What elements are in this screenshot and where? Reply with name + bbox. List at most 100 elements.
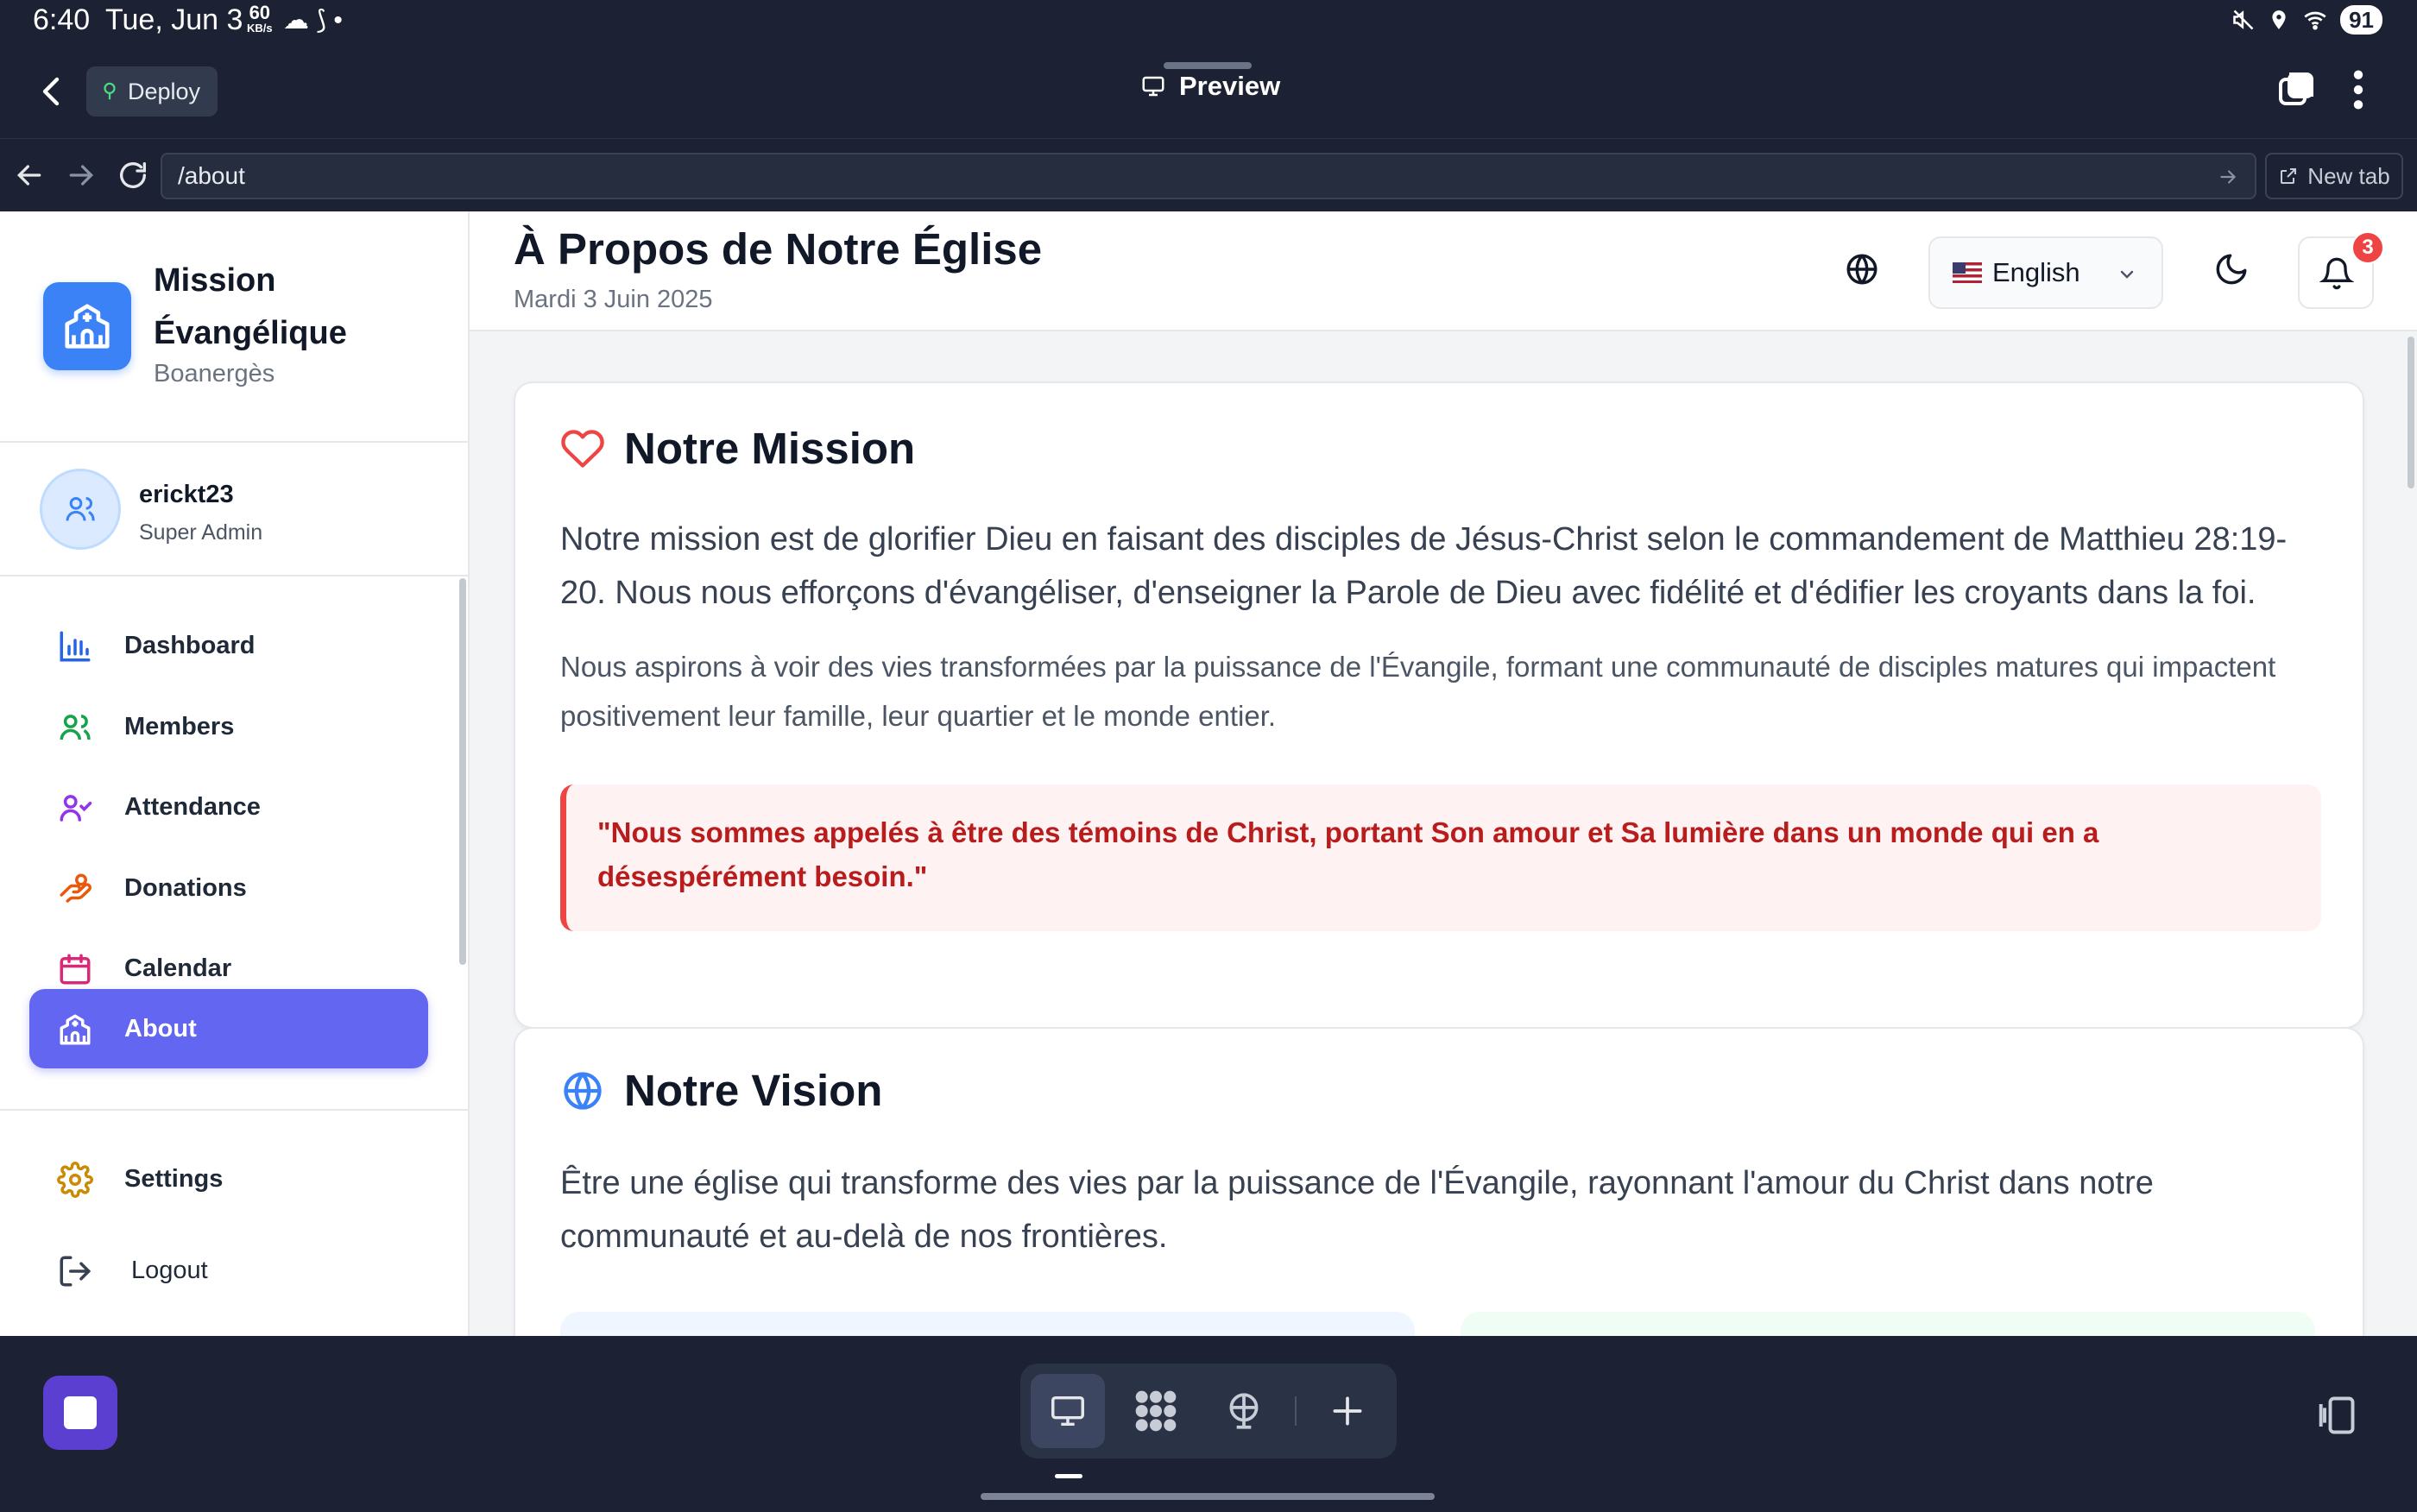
gear-icon xyxy=(57,1162,93,1198)
deploy-button[interactable]: Deploy xyxy=(86,66,218,117)
globe-icon xyxy=(564,1071,602,1110)
reload-icon[interactable] xyxy=(116,158,150,192)
sidebar-item-label: Attendance xyxy=(124,792,261,821)
drag-handle[interactable] xyxy=(1164,62,1252,69)
brand-block: Mission Évangélique Boanergès xyxy=(0,211,468,443)
location-icon xyxy=(2272,10,2286,29)
tabs-icon[interactable] xyxy=(2275,69,2317,110)
status-time: 6:40 xyxy=(33,3,91,36)
brand-name: Mission Évangélique xyxy=(154,262,347,351)
desktop-icon[interactable] xyxy=(1031,1374,1105,1448)
back-icon[interactable] xyxy=(31,71,73,112)
settings-label: Settings xyxy=(124,1164,224,1193)
url-input[interactable]: /about xyxy=(161,153,2256,199)
sidebar-item-label: Donations xyxy=(124,873,247,902)
hand-coins-icon xyxy=(60,873,92,903)
split-screen-icon[interactable] xyxy=(2313,1393,2358,1438)
chevron-down-icon xyxy=(2120,270,2134,279)
user-profile[interactable]: erickt23 Super Admin xyxy=(0,443,468,576)
settings-button[interactable]: Settings xyxy=(29,1139,428,1219)
vision-title: Notre Vision xyxy=(560,1065,882,1116)
page-date: Mardi 3 Juin 2025 xyxy=(514,286,713,313)
sidebar-item-label: About xyxy=(124,1014,197,1043)
mute-icon xyxy=(2233,9,2254,30)
wifi-icon xyxy=(2304,11,2326,30)
status-bar: 6:40 Tue, Jun 3 60 KB/s ☁ ⟆ • 91 xyxy=(0,0,2417,45)
sidebar-item-label: Dashboard xyxy=(124,631,256,659)
language-value: English xyxy=(1992,257,2080,287)
calendar-icon xyxy=(60,954,91,985)
main-content: Notre Mission Notre mission est de glori… xyxy=(470,333,2417,1336)
mission-quote: "Nous sommes appelés à être des témoins … xyxy=(560,784,2321,931)
language-select[interactable]: English xyxy=(1928,236,2163,309)
preview-title: Preview xyxy=(1139,71,1280,102)
status-date: Tue, Jun 3 xyxy=(105,3,243,36)
sidebar-item-label: Calendar xyxy=(124,954,232,982)
cloud-icon: ☁ ⟆ • xyxy=(283,6,343,35)
monitor-icon xyxy=(1142,76,1164,97)
dock xyxy=(1020,1364,1397,1458)
task-bar xyxy=(0,1336,2417,1512)
bell-icon xyxy=(2319,257,2354,290)
mission-paragraph-1: Notre mission est de glorifier Dieu en f… xyxy=(560,521,2288,611)
nav-forward-icon[interactable] xyxy=(64,158,98,192)
mission-paragraph-2: Nous aspirons à voir des vies transformé… xyxy=(560,651,2276,732)
church-icon xyxy=(60,1014,91,1045)
sidebar-item-label: Members xyxy=(124,712,235,740)
mission-title: Notre Mission xyxy=(560,423,915,474)
church-logo-icon xyxy=(43,282,131,370)
apps-grid-icon[interactable] xyxy=(1119,1374,1193,1448)
user-check-icon xyxy=(60,795,92,822)
logout-icon xyxy=(60,1256,92,1287)
logout-button[interactable]: Logout xyxy=(29,1231,428,1310)
home-indicator[interactable] xyxy=(981,1493,1435,1500)
mission-card: Notre Mission Notre mission est de glori… xyxy=(514,381,2364,1029)
sidebar-item-dashboard[interactable]: Dashboard xyxy=(29,606,428,685)
sidebar-item-about[interactable]: About xyxy=(29,989,428,1068)
page-title: À Propos de Notre Église xyxy=(514,224,1043,274)
us-flag-icon xyxy=(1953,262,1982,283)
heart-icon xyxy=(561,429,604,468)
dock-separator xyxy=(1295,1396,1297,1426)
more-options-icon[interactable] xyxy=(2344,67,2372,112)
moon-icon[interactable] xyxy=(2213,251,2250,287)
network-speed: 60 KB/s xyxy=(247,2,273,35)
notifications-button[interactable]: 3 xyxy=(2298,231,2384,309)
sidebar-item-members[interactable]: Members xyxy=(29,687,428,766)
brand-subtitle: Boanergès xyxy=(154,360,275,387)
new-tab-button[interactable]: New tab xyxy=(2265,153,2403,199)
nav-back-icon[interactable] xyxy=(12,158,47,192)
avatar xyxy=(40,469,121,550)
divider xyxy=(0,1109,468,1111)
app-bar: Deploy Preview xyxy=(0,45,2417,138)
content-scrollbar[interactable] xyxy=(2405,333,2417,1336)
users-icon xyxy=(66,497,95,521)
active-indicator xyxy=(1055,1474,1082,1478)
go-arrow-icon[interactable] xyxy=(2217,166,2239,188)
globe-icon[interactable] xyxy=(1844,251,1880,287)
battery-indicator: 91 xyxy=(2340,5,2382,35)
notification-badge: 3 xyxy=(2351,231,2384,264)
add-icon[interactable] xyxy=(1310,1374,1385,1448)
user-name: erickt23 xyxy=(139,481,234,508)
vision-subcard-blue xyxy=(560,1312,1415,1336)
page-header: À Propos de Notre Église Mardi 3 Juin 20… xyxy=(470,211,2417,331)
tree-icon xyxy=(104,82,116,100)
users-icon xyxy=(60,715,91,740)
sidebar: Mission Évangélique Boanergès erickt23 S… xyxy=(0,211,470,1336)
bar-chart-icon xyxy=(60,631,91,662)
vision-paragraph: Être une église qui transforme des vies … xyxy=(560,1165,2154,1255)
vision-card: Notre Vision Être une église qui transfo… xyxy=(514,1027,2364,1336)
sidebar-item-donations[interactable]: Donations xyxy=(29,848,428,928)
url-bar: /about New tab xyxy=(0,138,2417,211)
url-text: /about xyxy=(178,162,245,189)
sidebar-item-attendance[interactable]: Attendance xyxy=(29,767,428,847)
sidebar-scrollbar[interactable] xyxy=(459,578,466,965)
status-icons: 91 xyxy=(2231,5,2382,35)
app-launcher-icon[interactable] xyxy=(43,1376,117,1450)
network-tree-icon[interactable] xyxy=(1207,1374,1281,1448)
external-link-icon xyxy=(2281,168,2297,184)
web-viewport: Mission Évangélique Boanergès erickt23 S… xyxy=(0,211,2417,1336)
user-role: Super Admin xyxy=(139,520,263,545)
vision-subcard-green xyxy=(1461,1312,2315,1336)
